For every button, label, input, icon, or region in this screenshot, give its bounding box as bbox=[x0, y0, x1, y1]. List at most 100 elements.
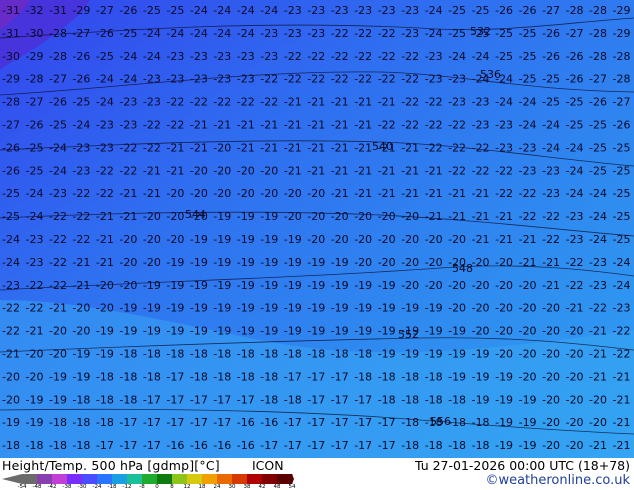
temperature-value: -22 bbox=[284, 50, 302, 63]
temperature-value: -19 bbox=[237, 279, 255, 292]
temperature-value: -19 bbox=[260, 279, 278, 292]
temperature-value: -19 bbox=[401, 348, 419, 361]
temperature-value: -25 bbox=[589, 119, 607, 132]
temperature-value: -23 bbox=[2, 279, 20, 292]
temperature-value: -23 bbox=[354, 4, 372, 17]
temperature-value: -19 bbox=[519, 393, 537, 406]
temperature-value: -22 bbox=[284, 73, 302, 86]
temperature-value: -20 bbox=[166, 210, 184, 223]
temperature-value: -16 bbox=[237, 416, 255, 429]
color-scale-tick: 38 bbox=[243, 484, 251, 490]
temperature-value: -18 bbox=[354, 348, 372, 361]
temperature-value: -19 bbox=[26, 393, 44, 406]
temperature-value: -22 bbox=[213, 96, 231, 109]
temperature-value: -22 bbox=[307, 73, 325, 86]
temperature-value: -23 bbox=[237, 50, 255, 63]
temperature-value: -20 bbox=[49, 348, 67, 361]
temperature-value: -17 bbox=[260, 439, 278, 452]
temperature-value: -25 bbox=[143, 4, 161, 17]
color-scale-tick: 8 bbox=[170, 484, 174, 490]
temperature-value: -19 bbox=[190, 256, 208, 269]
temperature-value: -20 bbox=[237, 164, 255, 177]
temperature-value: -18 bbox=[354, 370, 372, 383]
temperature-value: -20 bbox=[566, 348, 584, 361]
temperature-value: -27 bbox=[49, 73, 67, 86]
temperature-value: -17 bbox=[166, 416, 184, 429]
temperature-value: -21 bbox=[613, 393, 631, 406]
temperature-value: -23 bbox=[519, 164, 537, 177]
temperature-value: -17 bbox=[284, 439, 302, 452]
temperature-value: -25 bbox=[542, 96, 560, 109]
credit-link[interactable]: ©weatheronline.co.uk bbox=[485, 473, 630, 488]
temperature-value: -20 bbox=[472, 302, 490, 315]
temperature-value: -20 bbox=[237, 187, 255, 200]
temperature-value: -24 bbox=[589, 233, 607, 246]
temperature-value: -27 bbox=[542, 4, 560, 17]
temperature-value: -17 bbox=[237, 393, 255, 406]
temperature-value: -21 bbox=[143, 187, 161, 200]
temperature-value: -24 bbox=[96, 73, 114, 86]
temperature-value: -23 bbox=[401, 27, 419, 40]
temperature-value: -19 bbox=[260, 302, 278, 315]
temperature-value: -20 bbox=[495, 302, 513, 315]
temperature-value: -17 bbox=[354, 393, 372, 406]
temperature-value: -18 bbox=[378, 370, 396, 383]
temperature-value: -22 bbox=[26, 279, 44, 292]
temperature-value: -20 bbox=[542, 325, 560, 338]
temperature-value: -21 bbox=[143, 164, 161, 177]
temperature-value: -17 bbox=[284, 416, 302, 429]
temperature-value: -27 bbox=[26, 96, 44, 109]
contour-label: 540 bbox=[372, 140, 393, 153]
temperature-value: -20 bbox=[2, 370, 20, 383]
temperature-value: -19 bbox=[378, 325, 396, 338]
temperature-value: -23 bbox=[96, 141, 114, 154]
temperature-value: -16 bbox=[190, 439, 208, 452]
temperature-value: -21 bbox=[331, 119, 349, 132]
temperature-value: -19 bbox=[472, 393, 490, 406]
temperature-value: -24 bbox=[2, 256, 20, 269]
temperature-value: -25 bbox=[519, 27, 537, 40]
temperature-value: -20 bbox=[542, 348, 560, 361]
temperature-value: -18 bbox=[401, 416, 419, 429]
temperature-value: -22 bbox=[519, 187, 537, 200]
temperature-value: -26 bbox=[49, 96, 67, 109]
temperature-value: -25 bbox=[542, 73, 560, 86]
contour-label: 532 bbox=[470, 25, 491, 38]
temperature-value: -17 bbox=[190, 393, 208, 406]
temperature-value: -18 bbox=[119, 370, 137, 383]
temperature-value: -22 bbox=[331, 27, 349, 40]
temperature-value: -24 bbox=[260, 4, 278, 17]
temperature-value: -20 bbox=[96, 302, 114, 315]
temperature-value: -21 bbox=[190, 141, 208, 154]
temperature-value: -22 bbox=[401, 119, 419, 132]
temperature-value: -20 bbox=[495, 325, 513, 338]
temperature-value: -23 bbox=[542, 164, 560, 177]
temperature-value: -24 bbox=[589, 187, 607, 200]
temperature-value: -20 bbox=[589, 416, 607, 429]
temperature-value: -22 bbox=[143, 141, 161, 154]
temperature-value: -22 bbox=[72, 233, 90, 246]
temperature-value: -20 bbox=[542, 370, 560, 383]
temperature-value: -20 bbox=[166, 187, 184, 200]
temperature-value: -21 bbox=[542, 256, 560, 269]
temperature-value: -19 bbox=[519, 416, 537, 429]
temperature-value: -20 bbox=[190, 164, 208, 177]
temperature-value: -24 bbox=[49, 164, 67, 177]
temperature-value: -21 bbox=[307, 96, 325, 109]
temperature-value: -20 bbox=[143, 210, 161, 223]
temperature-value: -17 bbox=[96, 439, 114, 452]
temperature-value: -28 bbox=[589, 27, 607, 40]
temperature-value: -19 bbox=[237, 233, 255, 246]
color-scale-tick: 54 bbox=[288, 484, 296, 490]
temperature-value: -19 bbox=[284, 302, 302, 315]
temperature-value: -21 bbox=[331, 141, 349, 154]
temperature-value: -26 bbox=[542, 50, 560, 63]
temperature-value: -18 bbox=[190, 348, 208, 361]
temperature-value: -22 bbox=[49, 233, 67, 246]
temperature-value: -19 bbox=[425, 348, 443, 361]
temperature-value: -19 bbox=[260, 256, 278, 269]
temperature-value: -21 bbox=[566, 302, 584, 315]
temperature-value: -17 bbox=[143, 416, 161, 429]
temperature-value: -21 bbox=[495, 233, 513, 246]
temperature-value: -19 bbox=[237, 256, 255, 269]
